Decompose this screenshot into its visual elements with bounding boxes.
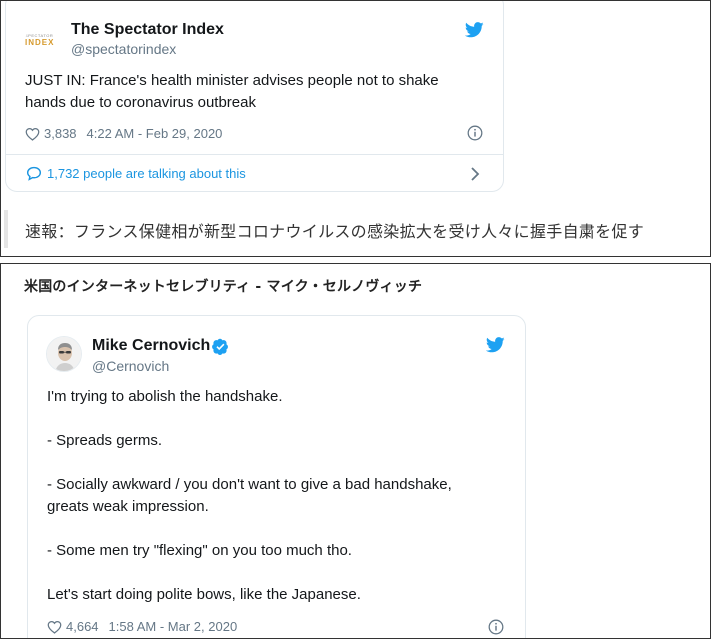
like-count[interactable]: 3,838 [44,126,77,141]
embedded-tweet-card[interactable]: Mike Cernovich @Cernovich I'm trying to … [27,315,526,638]
section-heading: 米国のインターネットセレブリティ - マイク・セルノヴィッチ [24,279,423,295]
verified-badge-icon [212,338,228,355]
info-icon[interactable] [467,125,483,141]
timestamp[interactable]: 4:22 AM - Feb 29, 2020 [87,126,223,141]
author-name[interactable]: The Spectator Index [71,21,224,39]
heart-icon[interactable] [25,127,40,141]
timestamp[interactable]: 1:58 AM - Mar 2, 2020 [109,619,238,634]
like-count[interactable]: 4,664 [66,619,99,634]
author-handle[interactable]: @Cernovich [92,358,169,374]
tweet-text: JUST IN: France's health minister advise… [25,72,439,111]
twitter-bird-icon[interactable] [465,22,484,38]
card-divider [6,154,503,155]
japanese-caption: 速報：フランス保健相が新型コロナウイルスの感染拡大を受け人々に握手自粛を促す [25,222,645,241]
avatar-image [47,337,81,371]
logo-line2: INDEX [25,38,55,47]
author-name[interactable]: Mike Cernovich [92,337,210,355]
avatar[interactable] [46,336,82,372]
info-icon[interactable] [488,619,504,635]
heart-icon[interactable] [47,620,62,634]
avatar[interactable]: SPECTATOR INDEX [25,24,61,60]
bottom-panel: Mike Cernovich @Cernovich I'm trying to … [0,263,711,639]
tweet-text: I'm trying to abolish the handshake. - S… [47,388,452,603]
talking-text[interactable]: 1,732 people are talking about this [47,166,246,181]
twitter-bird-icon[interactable] [486,337,505,353]
embedded-tweet-card[interactable]: SPECTATOR INDEX The Spectator Index @spe… [5,1,504,192]
author-handle[interactable]: @spectatorindex [71,41,176,57]
tweet-meta: 3,838 4:22 AM - Feb 29, 2020 [25,126,222,141]
quote-bar [4,210,8,248]
talking-link[interactable]: 1,732 people are talking about this [26,166,246,181]
tweet-meta: 4,664 1:58 AM - Mar 2, 2020 [47,619,237,634]
top-panel: SPECTATOR INDEX The Spectator Index @spe… [0,0,711,257]
chevron-right-icon[interactable] [470,166,480,182]
spectator-index-logo: SPECTATOR INDEX [25,33,61,47]
speech-bubble-icon [26,166,42,181]
